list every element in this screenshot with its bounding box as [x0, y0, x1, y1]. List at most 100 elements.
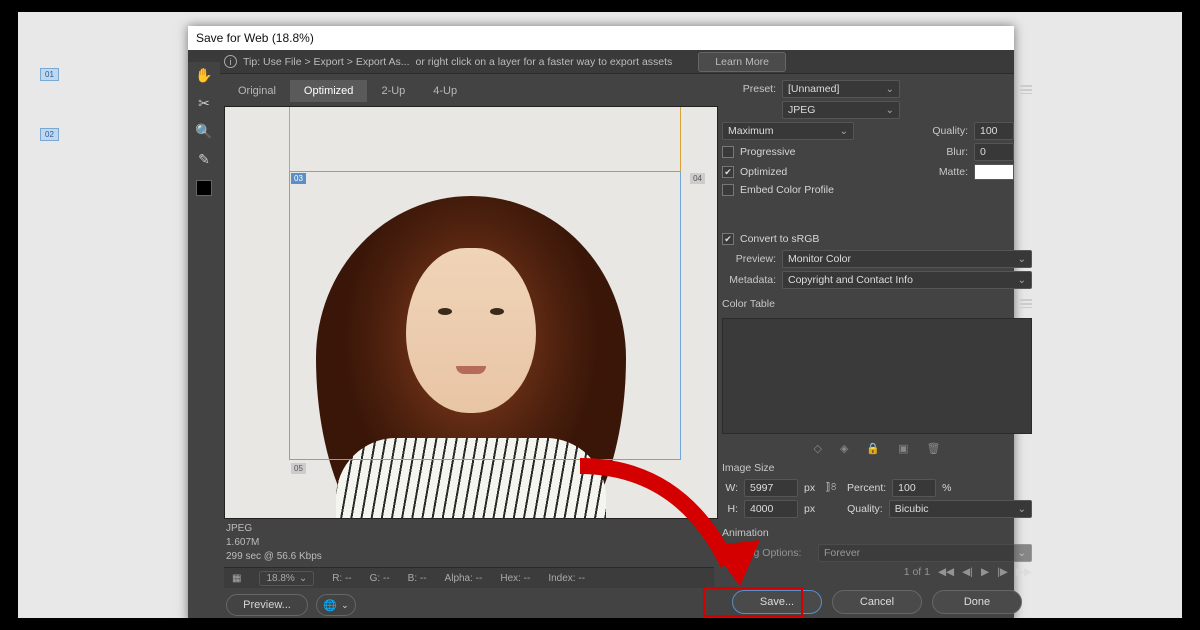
animation-title: Animation — [722, 525, 1032, 541]
matte-swatch[interactable] — [974, 164, 1014, 180]
preview-button[interactable]: Preview... — [226, 594, 308, 616]
percent-label: Percent: — [847, 482, 886, 494]
slice-selection-box[interactable] — [289, 171, 681, 460]
frame-count: 1 of 1 — [904, 566, 930, 578]
percent-input[interactable]: 100 — [892, 479, 936, 497]
info-size: 1.607M — [226, 536, 712, 550]
px-label-1: px — [804, 482, 815, 494]
info-icon: i — [224, 55, 237, 68]
slice-03-tag: 03 — [291, 173, 306, 184]
looping-label: Looping Options: — [722, 547, 812, 559]
save-highlight-annotation — [703, 587, 803, 617]
slice-05-tag: 05 — [291, 463, 306, 474]
blur-input[interactable]: 0 — [974, 143, 1014, 161]
preset-menu-icon[interactable] — [1020, 85, 1032, 94]
trash-icon[interactable]: 🗑 — [927, 442, 941, 455]
settings-panel: Preset: [Unnamed] JPEG Maximum Quality: … — [714, 74, 1042, 620]
image-size-title: Image Size — [722, 460, 1032, 476]
metadata-label: Metadata: — [722, 274, 776, 286]
height-label: H: — [722, 503, 738, 515]
preview-pane: Original Optimized 2-Up 4-Up — [188, 74, 714, 620]
status-hex: Hex: -- — [500, 573, 530, 584]
bg-slice-02-tag: 02 — [40, 128, 59, 141]
width-input[interactable]: 5997 — [744, 479, 798, 497]
embed-profile-label: Embed Color Profile — [740, 184, 834, 196]
dialog-title: Save for Web (18.8%) — [196, 31, 314, 45]
convert-srgb-checkbox[interactable] — [722, 233, 734, 245]
embed-profile-checkbox[interactable] — [722, 184, 734, 196]
slice-select-tool-icon[interactable]: ✂ — [193, 92, 215, 114]
tool-column: ✋ ✂ 🔍 ✎ — [188, 62, 220, 196]
grid-icon[interactable]: ▦ — [232, 573, 241, 584]
matte-label: Matte: — [918, 166, 968, 178]
prev-frame-icon: ◀| — [962, 566, 973, 578]
progressive-checkbox[interactable] — [722, 146, 734, 158]
progressive-label: Progressive — [740, 146, 795, 158]
status-b: B: -- — [408, 573, 427, 584]
save-for-web-dialog: Save for Web (18.8%) i Tip: Use File > E… — [188, 26, 1014, 620]
preview-dropdown[interactable]: Monitor Color — [782, 250, 1032, 268]
metadata-dropdown[interactable]: Copyright and Contact Info — [782, 271, 1032, 289]
link-icon[interactable]: ⟧⁠𝟾 — [825, 481, 837, 494]
preset-dropdown[interactable]: [Unnamed] — [782, 80, 900, 98]
quality-label: Quality: — [918, 125, 968, 137]
convert-srgb-label: Convert to sRGB — [740, 233, 819, 245]
optimized-label: Optimized — [740, 166, 787, 178]
info-timing: 299 sec @ 56.6 Kbps — [226, 550, 712, 564]
looping-dropdown: Forever — [818, 544, 1032, 562]
hand-tool-icon[interactable]: ✋ — [193, 64, 215, 86]
color-table[interactable] — [722, 318, 1032, 434]
quality-mode-dropdown[interactable]: Maximum — [722, 122, 854, 140]
done-button[interactable]: Done — [932, 590, 1022, 614]
zoom-tool-icon[interactable]: 🔍 — [193, 120, 215, 142]
tip-bar: i Tip: Use File > Export > Export As... … — [188, 50, 1014, 74]
cancel-button[interactable]: Cancel — [832, 590, 922, 614]
preview-label: Preview: — [722, 253, 776, 265]
new-icon[interactable]: ▣ — [898, 442, 908, 455]
resample-dropdown[interactable]: Bicubic — [889, 500, 1032, 518]
play-icon: ▶ — [981, 566, 989, 578]
app-frame: 01 02 Save for Web (18.8%) i Tip: Use Fi… — [16, 10, 1184, 620]
bg-slice-01-tag: 01 — [40, 68, 59, 81]
learn-more-button[interactable]: Learn More — [698, 52, 786, 72]
lock-icon[interactable]: 🔒 — [866, 442, 880, 455]
quality-input[interactable]: 100 — [974, 122, 1014, 140]
tab-4up[interactable]: 4-Up — [419, 80, 471, 102]
px-label-2: px — [804, 503, 815, 515]
image-preview[interactable]: 03 04 05 — [224, 106, 718, 519]
ct-icon-1[interactable]: ◇ — [813, 442, 821, 455]
tab-2up[interactable]: 2-Up — [367, 80, 419, 102]
ct-icon-2[interactable]: ◈ — [840, 442, 848, 455]
pct-symbol: % — [942, 482, 951, 494]
image-info: JPEG 1.607M 299 sec @ 56.6 Kbps — [224, 519, 714, 567]
status-bar: ▦ 18.8%⌄ R: -- G: -- B: -- Alpha: -- Hex… — [224, 567, 714, 588]
status-index: Index: -- — [548, 573, 585, 584]
height-input[interactable]: 4000 — [744, 500, 798, 518]
first-frame-icon: ◀◀ — [938, 566, 954, 578]
tab-optimized[interactable]: Optimized — [290, 80, 368, 102]
color-table-menu-icon[interactable] — [1020, 299, 1032, 308]
eyedropper-tool-icon[interactable]: ✎ — [193, 148, 215, 170]
preset-label: Preset: — [722, 83, 776, 95]
color-swatch[interactable] — [196, 180, 212, 196]
format-dropdown[interactable]: JPEG — [782, 101, 900, 119]
info-format: JPEG — [226, 522, 712, 536]
tab-original[interactable]: Original — [224, 80, 290, 102]
last-frame-icon: ▶▶ — [1016, 566, 1032, 578]
tip-text-1: Tip: Use File > Export > Export As... — [243, 56, 410, 68]
status-r: R: -- — [332, 573, 351, 584]
width-label: W: — [722, 482, 738, 494]
browser-preview-button[interactable]: 🌐⌄ — [316, 594, 356, 616]
blur-label: Blur: — [918, 146, 968, 158]
color-table-actions: ◇ ◈ 🔒 ▣ 🗑 — [722, 440, 1032, 457]
status-g: G: -- — [370, 573, 390, 584]
slice-04-tag: 04 — [690, 173, 705, 184]
dialog-titlebar[interactable]: Save for Web (18.8%) — [188, 26, 1014, 50]
optimized-checkbox[interactable] — [722, 166, 734, 178]
tip-text-2: or right click on a layer for a faster w… — [416, 56, 673, 68]
color-table-title: Color Table — [722, 296, 775, 312]
next-frame-icon: |▶ — [997, 566, 1008, 578]
status-alpha: Alpha: -- — [445, 573, 483, 584]
zoom-dropdown[interactable]: 18.8%⌄ — [259, 571, 314, 586]
preview-tabs: Original Optimized 2-Up 4-Up — [224, 80, 714, 102]
